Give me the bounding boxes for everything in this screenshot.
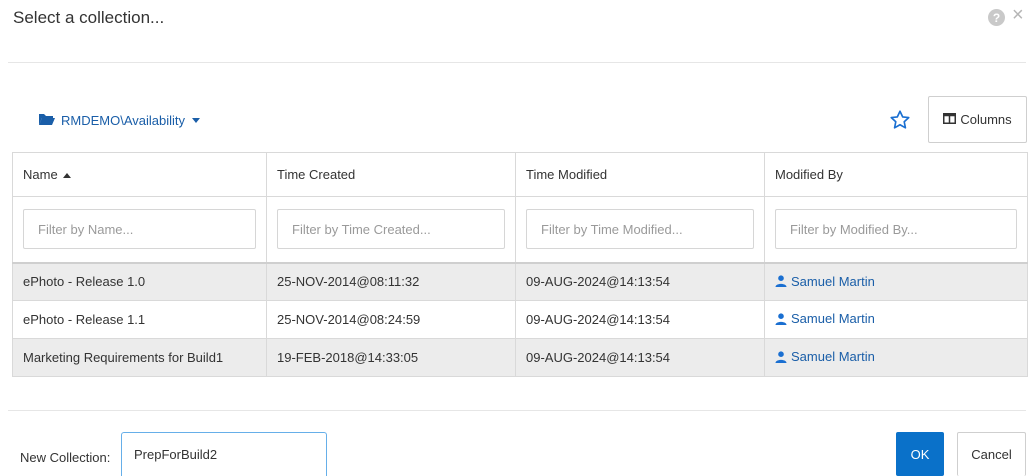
cell-modified-by: Samuel Martin xyxy=(764,300,1028,339)
filter-name-input[interactable] xyxy=(23,209,256,250)
table-row[interactable]: Marketing Requirements for Build1 19-FEB… xyxy=(12,338,1028,377)
column-header-time-created[interactable]: Time Created xyxy=(266,152,516,197)
filter-row xyxy=(12,196,1028,263)
folder-open-icon xyxy=(38,112,56,129)
user-icon xyxy=(775,313,787,325)
user-icon xyxy=(775,351,787,363)
cell-modified-by: Samuel Martin xyxy=(764,338,1028,377)
filter-time-created-input[interactable] xyxy=(277,209,505,250)
close-icon[interactable]: × xyxy=(1012,5,1024,25)
columns-label: Columns xyxy=(960,112,1012,127)
cell-time-modified: 09-AUG-2024@14:13:54 xyxy=(515,338,765,377)
cell-time-created: 25-NOV-2014@08:11:32 xyxy=(266,261,516,301)
column-header-name[interactable]: Name xyxy=(12,152,267,197)
collections-table: Name Time Created Time Modified Modified… xyxy=(12,152,1028,377)
filter-modified-by-input[interactable] xyxy=(775,209,1017,250)
columns-icon xyxy=(943,112,957,127)
column-header-modified-by[interactable]: Modified By xyxy=(764,152,1028,197)
table-row[interactable]: ePhoto - Release 1.1 25-NOV-2014@08:24:5… xyxy=(12,300,1028,339)
chevron-down-icon xyxy=(192,118,201,123)
table-header-row: Name Time Created Time Modified Modified… xyxy=(12,152,1028,197)
user-icon xyxy=(775,275,787,287)
new-collection-label: New Collection: xyxy=(20,450,111,465)
user-link[interactable]: Samuel Martin xyxy=(775,274,875,289)
columns-button[interactable]: Columns xyxy=(928,96,1027,143)
column-header-time-modified[interactable]: Time Modified xyxy=(515,152,765,197)
sort-ascending-icon xyxy=(62,173,71,179)
user-link[interactable]: Samuel Martin xyxy=(775,311,875,326)
cell-modified-by: Samuel Martin xyxy=(764,261,1028,301)
cell-name: ePhoto - Release 1.1 xyxy=(12,300,267,339)
cell-time-created: 19-FEB-2018@14:33:05 xyxy=(266,338,516,377)
collection-path-dropdown[interactable]: RMDEMO\Availability xyxy=(38,112,201,129)
footer-divider xyxy=(8,410,1026,411)
cancel-button[interactable]: Cancel xyxy=(957,432,1026,476)
ok-button[interactable]: OK xyxy=(896,432,944,476)
star-outline-icon[interactable] xyxy=(888,108,912,132)
cell-time-modified: 09-AUG-2024@14:13:54 xyxy=(515,261,765,301)
filter-time-modified-input[interactable] xyxy=(526,209,754,250)
new-collection-input[interactable] xyxy=(121,432,327,476)
cell-time-created: 25-NOV-2014@08:24:59 xyxy=(266,300,516,339)
user-link[interactable]: Samuel Martin xyxy=(775,349,875,364)
collection-path-label: RMDEMO\Availability xyxy=(61,113,186,128)
cell-name: ePhoto - Release 1.0 xyxy=(12,261,267,301)
question-circle-icon[interactable]: ? xyxy=(988,9,1005,26)
dialog-title: Select a collection... xyxy=(13,8,165,27)
cell-name: Marketing Requirements for Build1 xyxy=(12,338,267,377)
cell-time-modified: 09-AUG-2024@14:13:54 xyxy=(515,300,765,339)
table-row[interactable]: ePhoto - Release 1.0 25-NOV-2014@08:11:3… xyxy=(12,261,1028,301)
header-divider xyxy=(8,62,1026,63)
